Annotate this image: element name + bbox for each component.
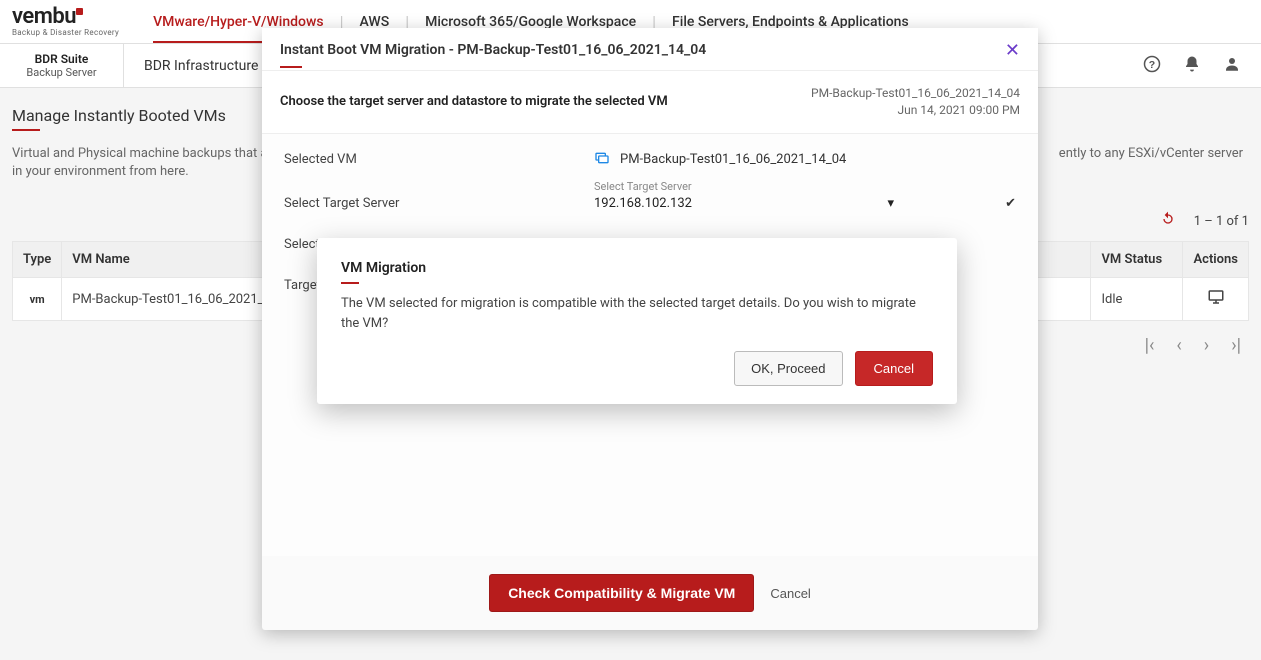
confirm-title: VM Migration [341,260,933,276]
confirm-body: The VM selected for migration is compati… [341,294,933,333]
ok-proceed-button[interactable]: OK, Proceed [734,351,842,386]
confirm-dialog: VM Migration The VM selected for migrati… [317,238,957,404]
confirm-cancel-button[interactable]: Cancel [855,351,933,386]
confirm-actions: OK, Proceed Cancel [341,351,933,386]
